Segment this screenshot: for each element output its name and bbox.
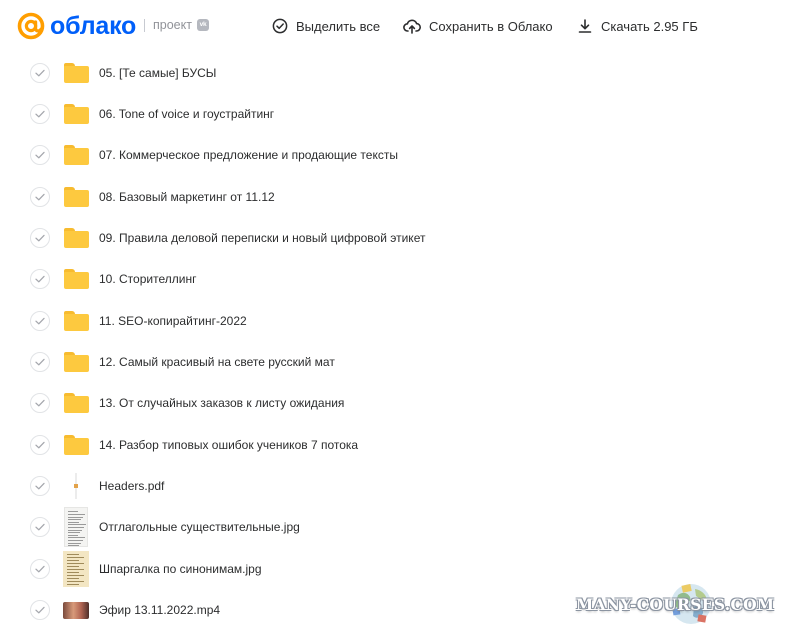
file-row[interactable]: 09. Правила деловой переписки и новый ци… — [0, 217, 800, 258]
download-icon — [578, 19, 592, 33]
folder-icon — [63, 223, 89, 253]
select-checkbox[interactable] — [30, 310, 50, 331]
file-name[interactable]: 08. Базовый маркетинг от 11.12 — [99, 190, 275, 204]
select-all-label: Выделить все — [296, 18, 381, 34]
cloud-upload-icon — [403, 19, 421, 34]
vk-icon: vk — [196, 19, 209, 31]
file-row[interactable]: Headers.pdf — [0, 466, 800, 507]
file-name[interactable]: 14. Разбор типовых ошибок учеников 7 пот… — [99, 438, 358, 452]
file-name[interactable]: 11. SEO-копирайтинг-2022 — [99, 314, 247, 328]
file-name[interactable]: 07. Коммерческое предложение и продающие… — [99, 148, 398, 162]
file-name[interactable]: 13. От случайных заказов к листу ожидани… — [99, 396, 344, 410]
video-thumbnail — [63, 595, 89, 625]
watermark: MANY-COURSES.COM — [576, 581, 796, 629]
select-checkbox[interactable] — [30, 103, 50, 124]
file-name[interactable]: Шпаргалка по синонимам.jpg — [99, 562, 262, 576]
select-checkbox[interactable] — [30, 393, 50, 414]
checkmark-icon — [35, 606, 45, 614]
select-checkbox[interactable] — [30, 269, 50, 290]
check-circle-icon — [272, 18, 288, 34]
folder-icon — [63, 58, 89, 88]
checkmark-icon — [35, 110, 45, 118]
download-label: Скачать 2.95 ГБ — [601, 18, 698, 34]
header-divider — [144, 19, 145, 32]
checkmark-icon — [35, 234, 45, 242]
folder-icon — [63, 99, 89, 129]
select-checkbox[interactable] — [30, 62, 50, 83]
save-to-cloud-button[interactable]: Сохранить в Облако — [403, 17, 553, 35]
cloud-logo[interactable]: облако — [17, 12, 136, 40]
file-row[interactable]: 11. SEO-копирайтинг-2022 — [0, 300, 800, 341]
folder-icon — [63, 306, 89, 336]
file-row[interactable]: 13. От случайных заказов к листу ожидани… — [0, 383, 800, 424]
select-checkbox[interactable] — [30, 434, 50, 455]
folder-icon — [63, 264, 89, 294]
file-name[interactable]: Эфир 13.11.2022.mp4 — [99, 603, 220, 617]
file-name[interactable]: Отглагольные существительные.jpg — [99, 520, 300, 534]
file-name[interactable]: 10. Сторителлинг — [99, 272, 196, 286]
checkmark-icon — [35, 524, 45, 531]
select-checkbox[interactable] — [30, 600, 50, 621]
file-name[interactable]: 05. [Те самые] БУСЫ — [99, 66, 216, 80]
file-row[interactable]: 12. Самый красивый на свете русский мат — [0, 341, 800, 382]
file-name[interactable]: 12. Самый красивый на свете русский мат — [99, 355, 335, 369]
file-name[interactable]: 09. Правила деловой переписки и новый ци… — [99, 231, 425, 245]
image-thumbnail — [63, 550, 89, 587]
checkmark-icon — [35, 152, 45, 159]
watermark-text: MANY-COURSES.COM — [576, 595, 775, 614]
checkmark-icon — [35, 565, 45, 573]
file-name[interactable]: Headers.pdf — [99, 479, 164, 493]
select-checkbox[interactable] — [30, 558, 50, 579]
folder-icon — [63, 388, 89, 418]
select-all-button[interactable]: Выделить все — [272, 17, 380, 35]
file-row[interactable]: 05. [Те самые] БУСЫ — [0, 52, 800, 93]
folder-icon — [63, 140, 89, 170]
select-checkbox[interactable] — [30, 352, 50, 373]
file-row[interactable]: Отглагольные существительные.jpg — [0, 507, 800, 548]
download-button[interactable]: Скачать 2.95 ГБ — [577, 17, 698, 35]
checkmark-icon — [35, 358, 45, 366]
checkmark-icon — [35, 317, 45, 325]
project-label-text: проект — [153, 18, 192, 32]
folder-icon — [63, 182, 89, 212]
save-to-cloud-label: Сохранить в Облако — [429, 18, 553, 34]
pdf-thumbnail — [63, 471, 89, 501]
logo-text: облако — [50, 12, 137, 40]
checkmark-icon — [35, 400, 45, 407]
file-row[interactable]: 07. Коммерческое предложение и продающие… — [0, 135, 800, 176]
folder-icon — [63, 430, 89, 460]
image-thumbnail — [63, 507, 89, 548]
checkmark-icon — [35, 276, 45, 283]
file-name[interactable]: 06. Tone of voice и гоустрайтинг — [99, 107, 274, 121]
file-row[interactable]: 14. Разбор типовых ошибок учеников 7 пот… — [0, 424, 800, 465]
checkmark-icon — [35, 193, 45, 201]
folder-icon — [63, 347, 89, 377]
at-sign-logo-icon — [17, 12, 45, 40]
select-checkbox[interactable] — [30, 228, 50, 249]
file-row[interactable]: 06. Tone of voice и гоустрайтинг — [0, 93, 800, 134]
top-bar: облако проект vk Выделить все Сохранить … — [0, 0, 800, 52]
project-label[interactable]: проект vk — [153, 17, 209, 33]
select-checkbox[interactable] — [30, 476, 50, 497]
checkmark-icon — [35, 482, 45, 490]
file-row[interactable]: 08. Базовый маркетинг от 11.12 — [0, 176, 800, 217]
checkmark-icon — [35, 69, 45, 77]
file-row[interactable]: 10. Сторителлинг — [0, 259, 800, 300]
select-checkbox[interactable] — [30, 186, 50, 207]
select-checkbox[interactable] — [30, 145, 50, 166]
select-checkbox[interactable] — [30, 517, 50, 538]
checkmark-icon — [35, 441, 45, 449]
